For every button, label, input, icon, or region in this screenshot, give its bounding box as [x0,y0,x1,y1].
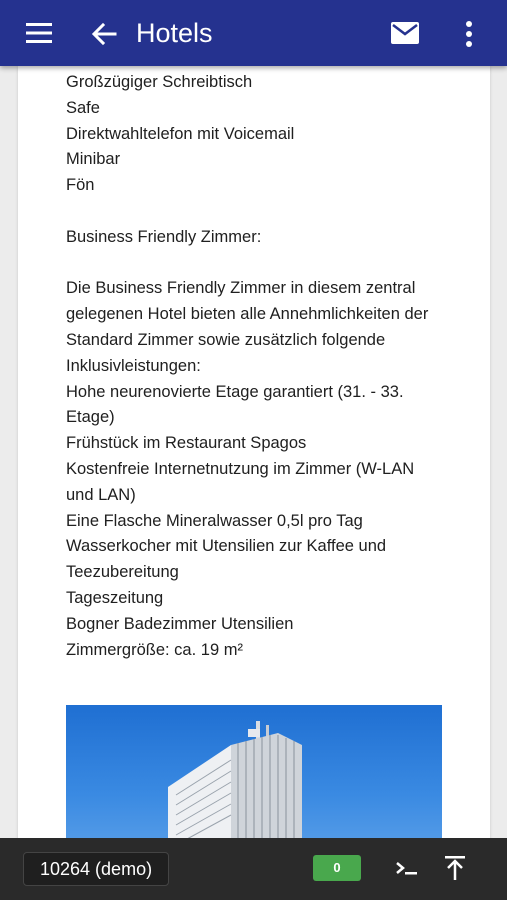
more-vertical-icon[interactable] [460,19,478,49]
section-paragraph: Die Business Friendly Zimmer in diesem z… [66,279,429,375]
feature-line: Zimmergröße: ca. 19 m² [66,640,243,659]
menu-icon[interactable] [26,22,52,44]
feature-line: Kostenfreie Internetnutzung im Zimmer (W… [66,459,415,504]
amenity-line: Großzügiger Schreibtisch [66,73,253,91]
feature-line: Wasserkocher mit Utensilien zur Kaffee u… [66,537,387,582]
feature-line: Tageszeitung [66,588,164,607]
scroll-to-top-icon[interactable] [444,855,466,881]
mail-icon[interactable] [390,20,420,46]
feature-line: Bogner Badezimmer Utensilien [66,614,294,633]
hotel-detail-card: Großzügiger Schreibtisch Safe Direktwahl… [18,66,490,856]
amenity-line: Fön [66,176,95,195]
page-title: Hotels [136,18,213,48]
terminal-icon[interactable] [395,857,419,879]
section-title: Business Friendly Zimmer: [66,227,262,246]
feature-line: Eine Flasche Mineralwasser 0,5l pro Tag [66,511,363,530]
room-description: Großzügiger Schreibtisch Safe Direktwahl… [66,70,446,663]
back-arrow-icon[interactable] [90,20,118,48]
feature-line: Frühstück im Restaurant Spagos [66,434,307,453]
feature-line: Hohe neurenovierte Etage garantiert (31.… [66,382,404,427]
count-badge[interactable]: 0 [313,855,361,881]
app-bar: Hotels [0,0,507,66]
account-selector[interactable]: 10264 (demo) [23,852,170,886]
amenity-line: Minibar [66,150,121,169]
amenity-line: Safe [66,98,100,117]
bottom-toolbar: 10264 (demo) 0 [0,838,507,900]
amenity-line: Direktwahltelefon mit Voicemail [66,124,295,143]
hotel-photo [66,705,442,855]
